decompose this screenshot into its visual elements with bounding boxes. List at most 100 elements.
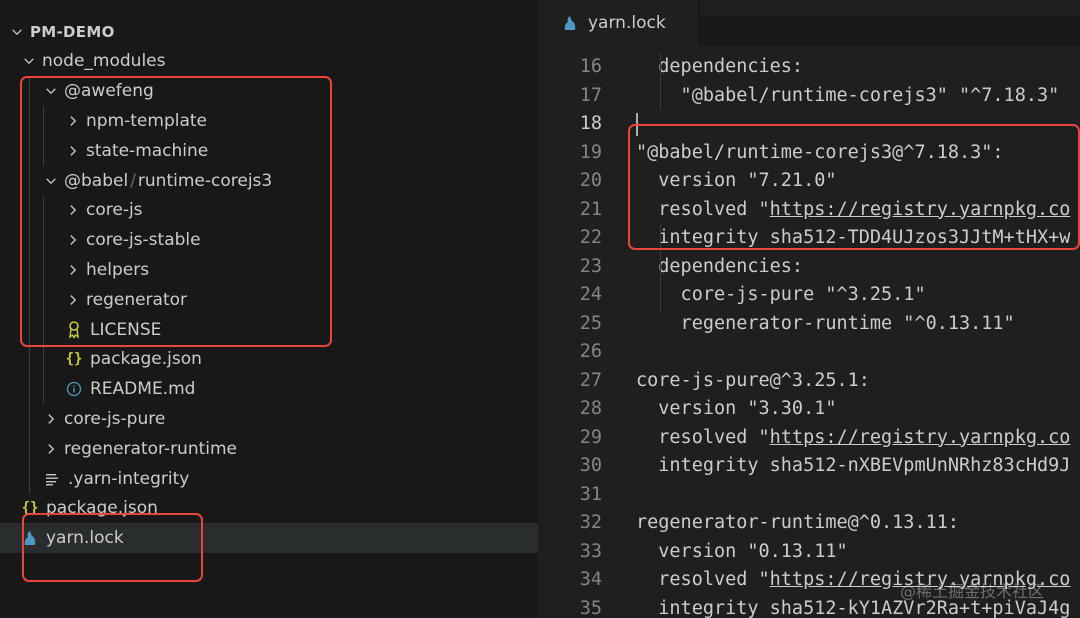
chevron-right-icon[interactable] — [64, 231, 82, 249]
tree-item-label: core-js-pure — [64, 408, 166, 429]
code-line: 19 "@babel/runtime-corejs3@^7.18.3": — [538, 139, 1080, 168]
chevron-right-icon[interactable] — [64, 261, 82, 279]
line-text: "@babel/runtime-corejs3@^7.18.3": — [636, 141, 1004, 163]
tree-item-label: @babel / runtime-corejs3 — [64, 171, 272, 191]
chevron-right-icon[interactable] — [42, 410, 60, 428]
line-text: integrity sha512-TDD4UJzos3JJtM+tHX+w — [636, 227, 1071, 248]
tree-item-label: package.json — [46, 498, 158, 519]
chevron-right-icon[interactable] — [64, 291, 82, 309]
chevron-down-icon[interactable] — [42, 82, 60, 100]
tree-item[interactable]: node_modules — [0, 47, 538, 77]
path-separator: / — [130, 170, 136, 191]
line-text: regenerator-runtime "^0.13.11" — [636, 312, 1015, 334]
editor-panel: yarn.lock 16 dependencies: 17 "@babel/run… — [538, 0, 1080, 618]
code-line: 21 resolved "https://registry.yarnpkg.co — [538, 196, 1080, 225]
tree-item[interactable]: yarn.lock — [0, 523, 538, 554]
code-line: 27 core-js-pure@^3.25.1: — [538, 367, 1080, 396]
tree-item[interactable]: README.md — [0, 374, 538, 404]
chevron-down-icon[interactable] — [42, 172, 60, 190]
text-lines-icon — [42, 470, 62, 488]
tree-item-label: regenerator-runtime — [64, 438, 238, 459]
text-cursor — [636, 113, 638, 136]
code-line: 16 dependencies: — [538, 53, 1080, 82]
line-number: 32 — [579, 512, 602, 533]
tree-item-label: .yarn-integrity — [68, 468, 190, 489]
tree-item-label: helpers — [86, 259, 150, 280]
line-text: resolved "https://registry.yarnpkg.co — [636, 424, 1070, 453]
tab-bar: yarn.lock — [538, 0, 1080, 46]
tree-item[interactable]: core-js-pure — [0, 404, 538, 434]
code-line: 31 — [538, 481, 1080, 510]
chevron-down-icon[interactable] — [20, 52, 38, 70]
license-icon — [64, 320, 84, 339]
indent-guide — [29, 76, 30, 493]
chevron-right-icon[interactable] — [64, 142, 82, 160]
line-number: 34 — [579, 569, 602, 590]
code-line: 28 version "3.30.1" — [538, 395, 1080, 424]
tree-item-label: LICENSE — [90, 319, 162, 340]
line-number: 25 — [579, 312, 602, 334]
tab-other[interactable] — [700, 0, 1080, 16]
watermark: @稀土掘金技术社区 — [900, 582, 1045, 601]
line-text: dependencies: — [636, 56, 804, 77]
line-number: 21 — [579, 198, 602, 220]
line-text: resolved "https://registry.yarnpkg.co — [636, 196, 1070, 225]
tree-item[interactable]: core-js-stable — [0, 225, 538, 255]
registry-url-link[interactable]: https://registry.yarnpkg.co — [770, 199, 1071, 220]
explorer-panel: PM-DEMO node_modules @awefeng npm-template… — [0, 0, 538, 618]
line-text: version "3.30.1" — [636, 398, 837, 419]
tree-item[interactable]: {} package.json — [0, 345, 538, 375]
line-number: 26 — [579, 341, 602, 362]
line-number: 24 — [579, 284, 602, 305]
explorer-root-folder[interactable]: PM-DEMO — [0, 17, 538, 47]
line-text: version "0.13.11" — [636, 540, 848, 562]
tree-item[interactable]: @babel / runtime-corejs3 — [0, 166, 538, 196]
code-line: 17 "@babel/runtime-corejs3" "^7.18.3" — [538, 82, 1080, 111]
line-number: 27 — [579, 369, 602, 391]
line-number: 22 — [579, 227, 602, 248]
code-line: 24 core-js-pure "^3.25.1" — [538, 281, 1080, 310]
tree-item-label: state-machine — [86, 140, 209, 161]
tree-item-label: yarn.lock — [46, 528, 124, 549]
yarn-icon — [20, 529, 40, 547]
tree-item[interactable]: {} package.json — [0, 494, 538, 524]
tree-item-label: README.md — [90, 379, 196, 400]
tree-item[interactable]: regenerator-runtime — [0, 434, 538, 464]
explorer-top-strip — [0, 0, 538, 12]
code-line: 18 — [538, 110, 1080, 139]
registry-url-link[interactable]: https://registry.yarnpkg.co — [770, 427, 1071, 448]
line-text: "@babel/runtime-corejs3" "^7.18.3" — [636, 84, 1060, 106]
code-indent-guide — [660, 223, 661, 313]
tree-item[interactable]: core-js — [0, 196, 538, 226]
tree-item[interactable]: regenerator — [0, 285, 538, 315]
indent-guide — [43, 196, 44, 404]
line-number: 17 — [579, 84, 602, 106]
tab-yarn-lock[interactable]: yarn.lock — [538, 0, 698, 46]
chevron-right-icon[interactable] — [64, 112, 82, 130]
chevron-right-icon[interactable] — [64, 201, 82, 219]
explorer-root-label: PM-DEMO — [30, 22, 115, 41]
line-number: 16 — [579, 56, 602, 77]
tree-item[interactable]: state-machine — [0, 136, 538, 166]
tree-item-label: core-js-stable — [86, 230, 201, 251]
chevron-right-icon[interactable] — [42, 440, 60, 458]
code-line: 20 version "7.21.0" — [538, 167, 1080, 196]
tree-item[interactable]: LICENSE — [0, 315, 538, 345]
yarn-icon — [562, 14, 578, 32]
line-text: version "7.21.0" — [636, 170, 837, 191]
line-number: 23 — [579, 255, 602, 277]
line-text-prefix: resolved " — [636, 569, 770, 590]
line-text: core-js-pure "^3.25.1" — [636, 284, 926, 305]
tree-item[interactable]: helpers — [0, 255, 538, 285]
tree-item[interactable]: .yarn-integrity — [0, 464, 538, 494]
tree-item-label: regenerator — [86, 289, 188, 310]
tree-item[interactable]: @awefeng — [0, 76, 538, 106]
json-braces-icon: {} — [21, 500, 39, 517]
tree-item-name: runtime-corejs3 — [137, 170, 273, 191]
line-text: regenerator-runtime@^0.13.11: — [636, 512, 960, 533]
tree-item[interactable]: npm-template — [0, 106, 538, 136]
code-indent-guide — [660, 53, 661, 110]
tree-item-label: npm-template — [86, 110, 208, 131]
line-number: 35 — [579, 597, 602, 618]
code-line: 22 integrity sha512-TDD4UJzos3JJtM+tHX+w — [538, 224, 1080, 253]
